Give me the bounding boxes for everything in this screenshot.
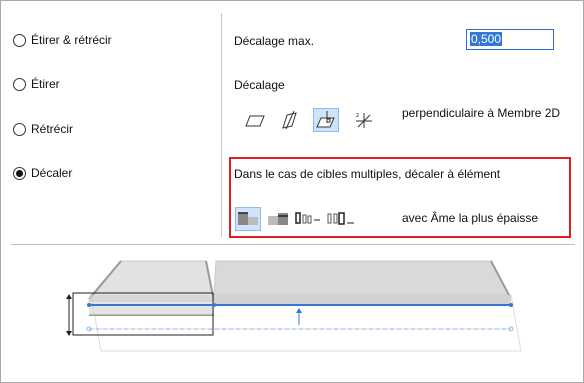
radio-shrink[interactable]: Rétrécir — [13, 122, 73, 136]
radio-indicator[interactable] — [13, 166, 26, 180]
radio-label: Décaler — [31, 166, 73, 180]
multiple-targets-description: avec Âme la plus épaisse — [402, 211, 539, 225]
svg-text:z: z — [356, 112, 359, 119]
radio-stretch-shrink[interactable]: Étirer & rétrécir — [13, 33, 112, 47]
radio-label: Étirer & rétrécir — [31, 33, 112, 47]
radio-label: Rétrécir — [31, 122, 74, 136]
perpendicular-offset-icon[interactable] — [313, 108, 339, 132]
parallelogram-offset-icon[interactable] — [242, 109, 268, 133]
radio-stretch[interactable]: Étirer — [13, 77, 60, 91]
radio-offset[interactable]: Décaler — [13, 166, 72, 180]
horizontal-divider — [11, 244, 575, 245]
radio-indicator[interactable] — [13, 77, 26, 91]
multiple-targets-heading: Dans le cas de cibles multiples, décaler… — [234, 167, 501, 181]
offset-description: perpendiculaire à Membre 2D — [402, 106, 561, 120]
core-thickest-icon[interactable] — [294, 207, 322, 231]
radio-indicator[interactable] — [13, 122, 26, 136]
offset-preview-illustration — [66, 260, 522, 352]
radio-indicator[interactable] — [13, 33, 26, 47]
vertical-divider — [221, 13, 222, 237]
thinnest-layer-icon[interactable] — [265, 207, 291, 231]
offset-settings-panel: Étirer & rétrécir Étirer Rétrécir Décale… — [0, 0, 584, 383]
thickest-layer-icon[interactable] — [235, 207, 261, 231]
radio-label: Étirer — [31, 77, 60, 91]
xyz-axis-offset-icon[interactable]: z — [351, 108, 377, 132]
offset-label: Décalage — [234, 78, 285, 92]
max-offset-value: 0,500 — [470, 32, 503, 46]
max-offset-label: Décalage max. — [234, 34, 315, 48]
diagonal-offset-icon[interactable] — [277, 108, 303, 132]
max-offset-field[interactable]: 0,500 — [466, 29, 554, 50]
core-thinnest-icon[interactable] — [326, 207, 356, 231]
